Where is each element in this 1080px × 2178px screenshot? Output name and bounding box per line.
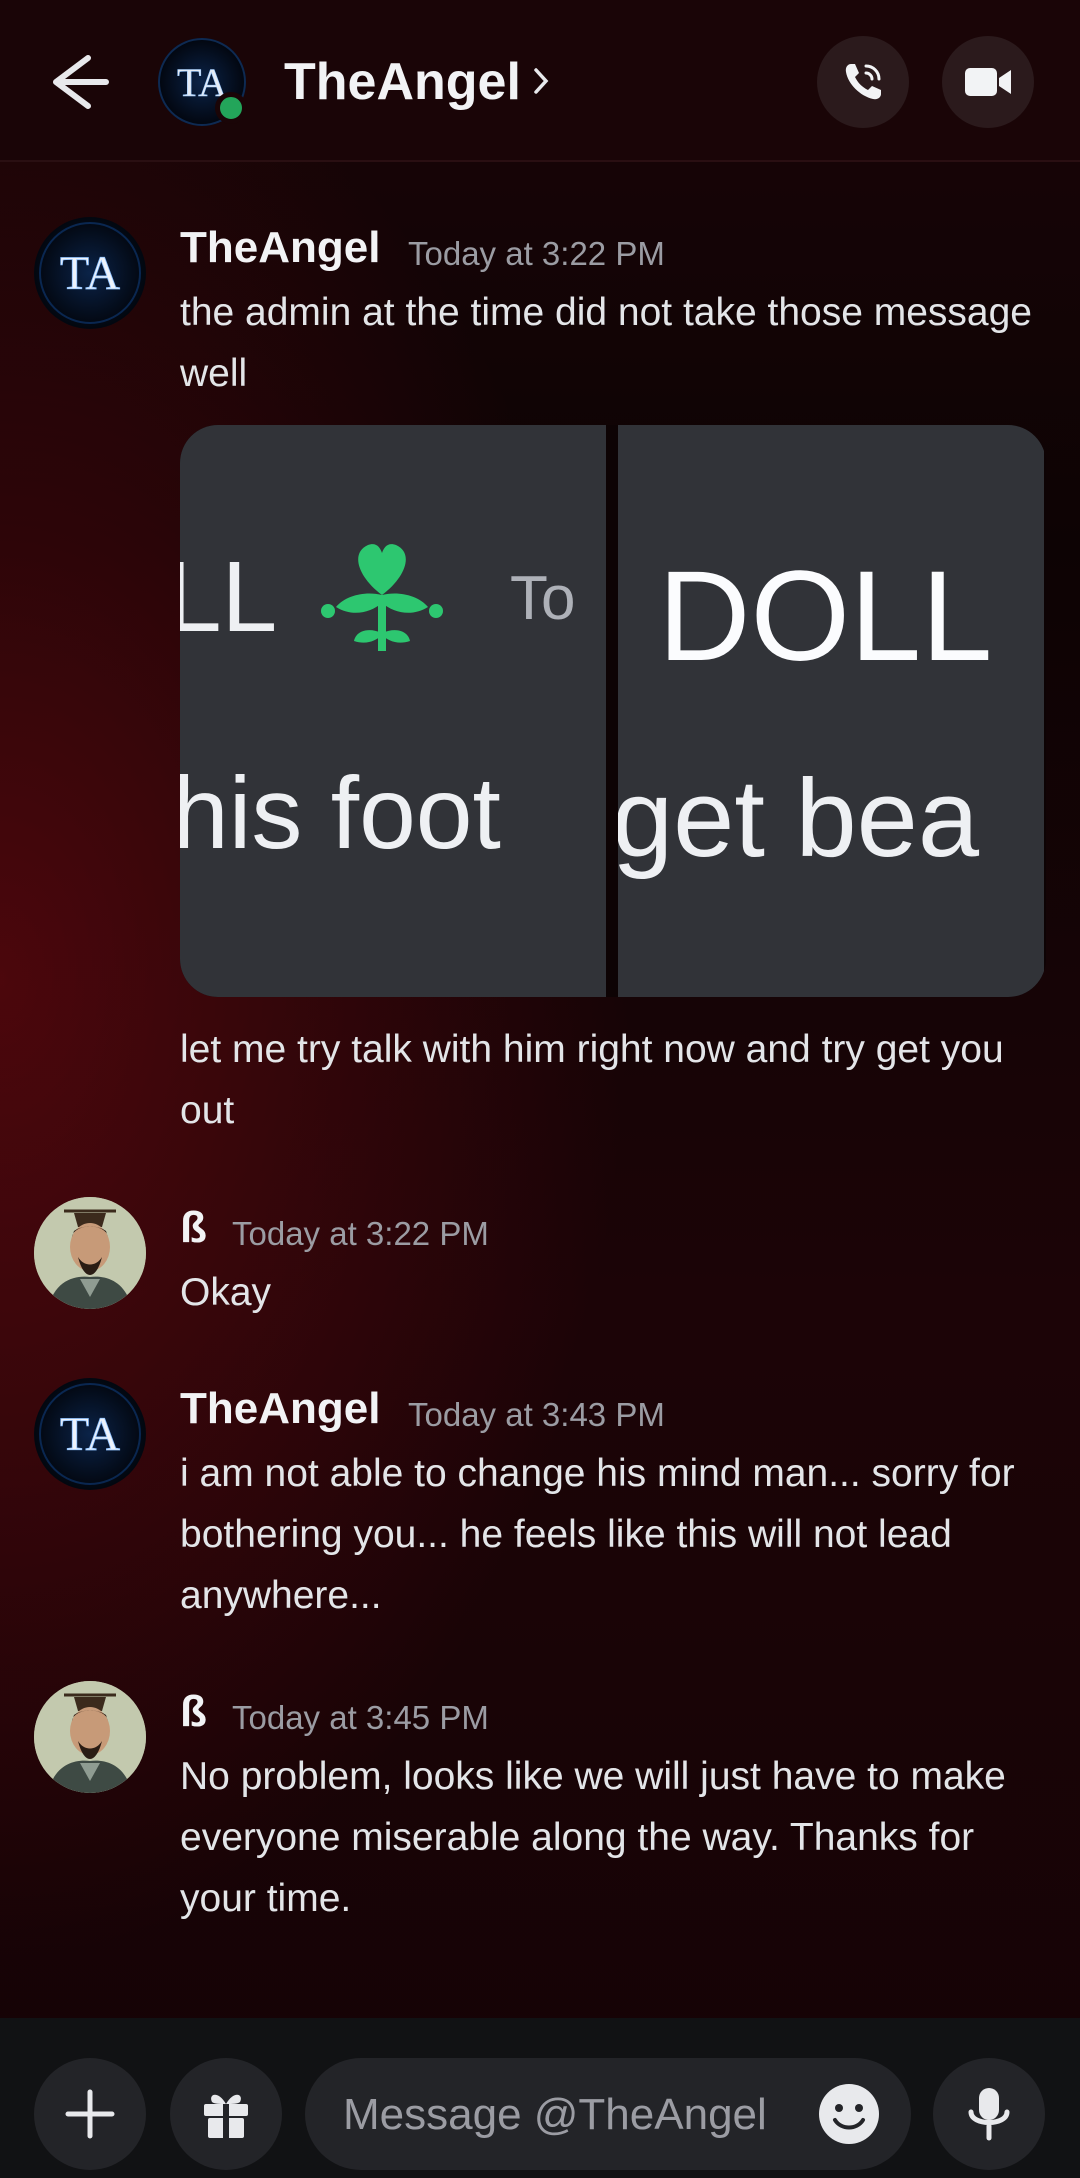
- message-timestamp: Today at 3:43 PM: [408, 1396, 665, 1433]
- message-author[interactable]: ß: [180, 1203, 207, 1253]
- ta-logo-icon: TA: [39, 222, 141, 324]
- message-text: Okay: [180, 1271, 272, 1314]
- chat-header: TA TheAngel: [0, 0, 1080, 162]
- author-avatar[interactable]: [34, 1197, 146, 1309]
- message-timestamp: Today at 3:45 PM: [232, 1699, 489, 1736]
- message-timestamp: Today at 3:22 PM: [232, 1215, 489, 1252]
- image-text: get bea: [618, 757, 980, 880]
- author-avatar[interactable]: TA: [34, 217, 146, 329]
- author-avatar[interactable]: TA: [34, 1378, 146, 1490]
- portrait-avatar-icon: [34, 1197, 146, 1309]
- microphone-icon: [968, 2088, 1010, 2141]
- emoji-icon[interactable]: [817, 2082, 881, 2146]
- message-author[interactable]: TheAngel: [180, 223, 380, 273]
- heart-flower-emoji-icon: [321, 544, 443, 651]
- gift-icon: [204, 2094, 248, 2138]
- video-camera-icon: [965, 68, 1011, 96]
- message-text: the admin at the time did not take those…: [180, 291, 1033, 395]
- image-attachment[interactable]: LL To his foot: [180, 425, 606, 997]
- online-status-dot: [215, 92, 247, 124]
- image-text: DOLL: [658, 545, 993, 688]
- voice-call-button[interactable]: [817, 36, 909, 128]
- svg-text:TA: TA: [60, 1408, 120, 1461]
- message-composer: [0, 2018, 1080, 2178]
- image-attachment-group[interactable]: LL To his foot DOLL get bea: [180, 425, 1046, 997]
- gift-button[interactable]: [170, 2058, 282, 2170]
- message-text: let me try talk with him right now and t…: [180, 1028, 1004, 1132]
- ta-logo-icon: TA: [39, 1383, 141, 1485]
- message-timestamp: Today at 3:22 PM: [408, 235, 665, 272]
- message-input[interactable]: [341, 2078, 805, 2152]
- image-text: LL: [180, 541, 278, 653]
- image-attachment[interactable]: DOLL get bea: [618, 425, 1044, 997]
- chevron-right-icon[interactable]: [532, 64, 552, 98]
- plus-icon: [65, 2089, 115, 2139]
- image-text: To: [510, 564, 576, 633]
- arrow-left-icon: [53, 55, 109, 109]
- voice-message-button[interactable]: [933, 2058, 1045, 2170]
- author-avatar[interactable]: [34, 1681, 146, 1793]
- message-text: i am not able to change his mind man... …: [180, 1452, 1015, 1617]
- back-button[interactable]: [40, 48, 120, 116]
- message-author[interactable]: ß: [180, 1687, 207, 1737]
- header-title[interactable]: TheAngel: [284, 52, 521, 112]
- image-text: his foot: [180, 756, 501, 870]
- portrait-avatar-icon: [34, 1681, 146, 1793]
- phone-icon: [845, 64, 881, 100]
- video-call-button[interactable]: [942, 36, 1034, 128]
- message-text: No problem, looks like we will just have…: [180, 1755, 1006, 1920]
- svg-text:TA: TA: [60, 247, 120, 300]
- message-author[interactable]: TheAngel: [180, 1384, 380, 1434]
- message-input-container[interactable]: [305, 2058, 911, 2170]
- attach-button[interactable]: [34, 2058, 146, 2170]
